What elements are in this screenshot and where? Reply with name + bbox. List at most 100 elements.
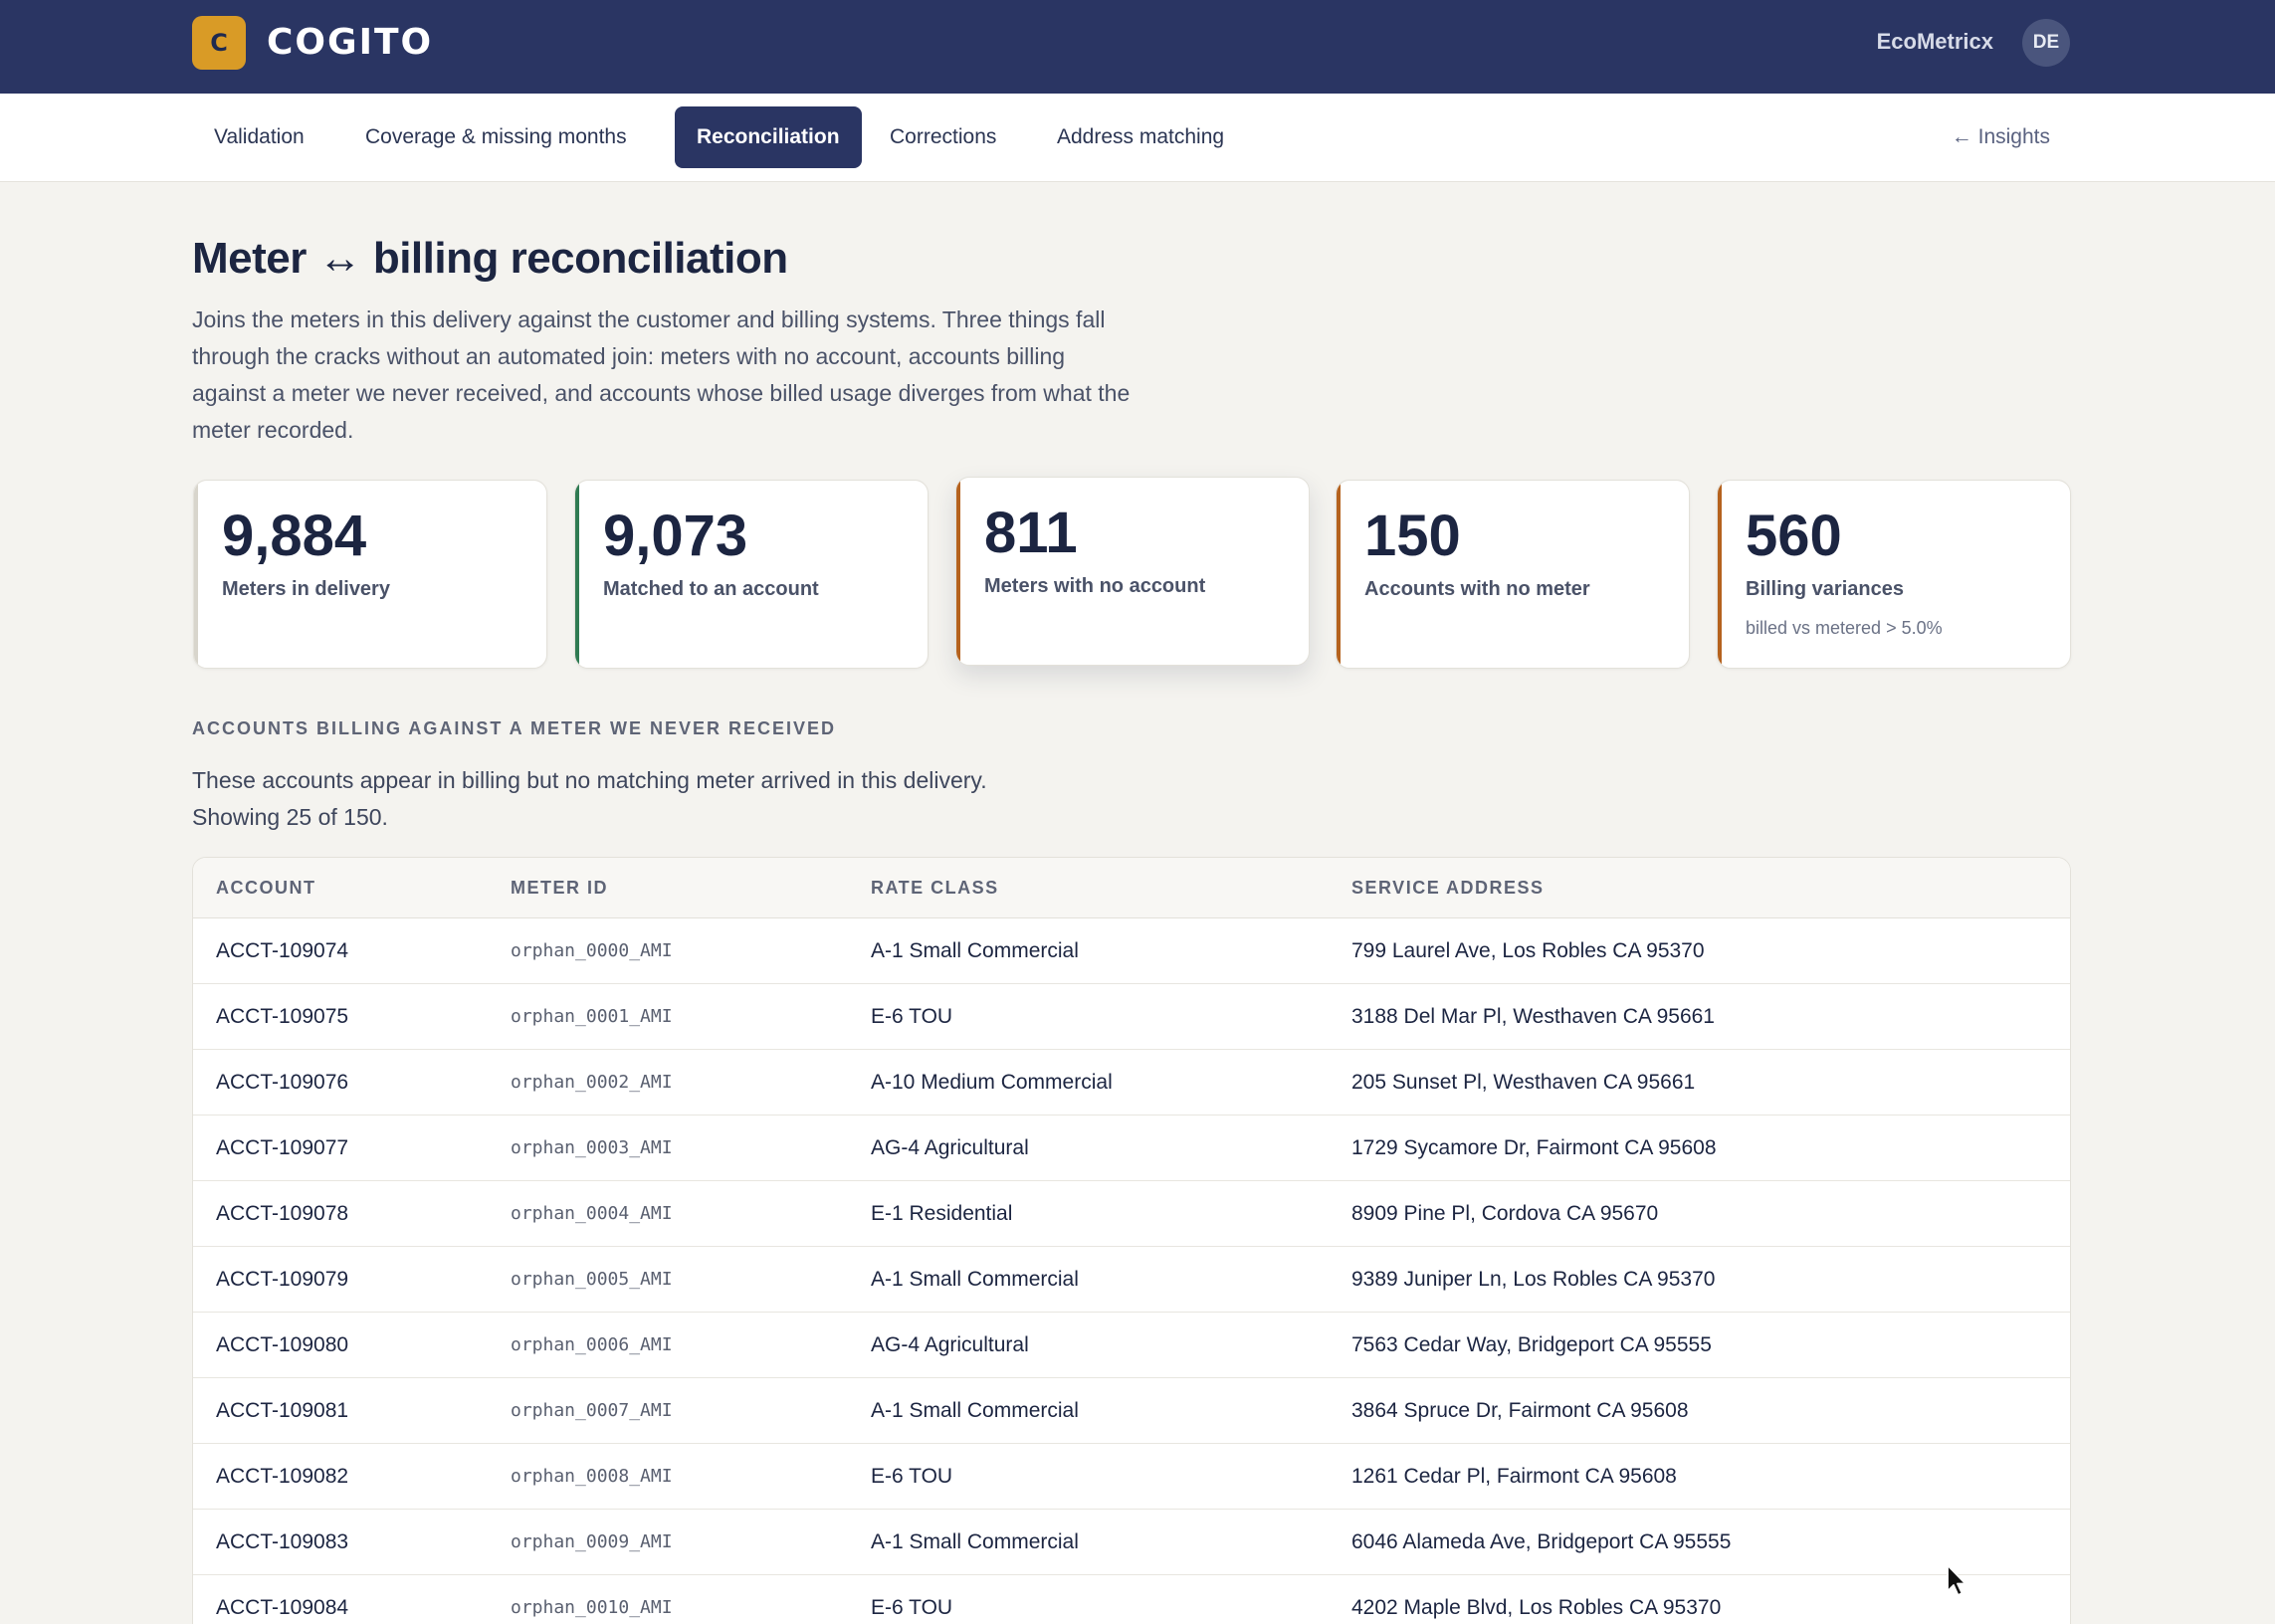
stat-value: 150 <box>1364 504 1461 568</box>
stat-value: 811 <box>984 501 1078 565</box>
section-description-text: These accounts appear in billing but no … <box>192 767 987 793</box>
stat-value: 9,884 <box>222 504 367 568</box>
column-header-account[interactable]: ACCOUNT <box>216 858 316 918</box>
cell-meter-id: orphan_0008_AMI <box>511 1466 673 1487</box>
table-row[interactable]: ACCT-109084 orphan_0010_AMI E-6 TOU 4202 Ma… <box>193 1575 2070 1624</box>
card-accent <box>194 481 198 668</box>
cell-service-address: 1729 Sycamore Dr, Fairmont CA 95608 <box>1351 1136 1717 1159</box>
cell-rate-class: A-1 Small Commercial <box>871 1399 1079 1422</box>
cell-account: ACCT-109079 <box>216 1268 349 1291</box>
card-accent <box>575 481 579 668</box>
cell-service-address: 3188 Del Mar Pl, Westhaven CA 95661 <box>1351 1005 1715 1028</box>
table-row[interactable]: ACCT-109078 orphan_0004_AMI E-1 Residentia… <box>193 1181 2070 1247</box>
tab-coverage[interactable]: Coverage & missing months <box>343 106 649 168</box>
cell-account: ACCT-109080 <box>216 1333 349 1356</box>
cell-service-address: 3864 Spruce Dr, Fairmont CA 95608 <box>1351 1399 1689 1422</box>
stat-card-matched[interactable]: 9,073 Matched to an account <box>574 480 929 669</box>
cell-account: ACCT-109081 <box>216 1399 349 1422</box>
logo-icon[interactable]: C <box>192 16 246 70</box>
top-bar: C COGITO EcoMetricx DE <box>0 0 2275 94</box>
cell-rate-class: AG-4 Agricultural <box>871 1333 1029 1356</box>
cell-meter-id: orphan_0004_AMI <box>511 1203 673 1224</box>
table-row[interactable]: ACCT-109079 orphan_0005_AMI A-1 Small Comm… <box>193 1247 2070 1313</box>
stat-card-meters-no-account[interactable]: 811 Meters with no account <box>955 477 1310 666</box>
cell-account: ACCT-109082 <box>216 1465 349 1488</box>
table-row[interactable]: ACCT-109081 orphan_0007_AMI A-1 Small Comm… <box>193 1378 2070 1444</box>
tab-address-matching[interactable]: Address matching <box>1035 106 1246 168</box>
section-description: These accounts appear in billing but no … <box>192 762 1088 836</box>
cell-service-address: 8909 Pine Pl, Cordova CA 95670 <box>1351 1202 1659 1225</box>
page-title: Meter ↔ billing reconciliation <box>192 234 788 283</box>
cell-service-address: 799 Laurel Ave, Los Robles CA 95370 <box>1351 939 1705 962</box>
org-name[interactable]: EcoMetricx <box>1877 26 1993 58</box>
cell-meter-id: orphan_0002_AMI <box>511 1072 673 1093</box>
card-accent <box>1718 481 1722 668</box>
cell-service-address: 7563 Cedar Way, Bridgeport CA 95555 <box>1351 1333 1712 1356</box>
cell-service-address: 205 Sunset Pl, Westhaven CA 95661 <box>1351 1071 1696 1094</box>
table-body: ACCT-109074 orphan_0000_AMI A-1 Small Comm… <box>193 918 2070 1624</box>
cell-account: ACCT-109074 <box>216 939 349 962</box>
cell-meter-id: orphan_0009_AMI <box>511 1531 673 1552</box>
cell-meter-id: orphan_0006_AMI <box>511 1334 673 1355</box>
logo-letter: C <box>210 29 228 57</box>
stat-sublabel: billed vs metered > 5.0% <box>1746 618 1943 638</box>
cell-rate-class: A-1 Small Commercial <box>871 939 1079 962</box>
stat-value: 9,073 <box>603 504 748 568</box>
stat-card-billing-variances[interactable]: 560 Billing variances billed vs metered … <box>1717 480 2071 669</box>
table-row[interactable]: ACCT-109082 orphan_0008_AMI E-6 TOU 1261 Ce… <box>193 1444 2070 1510</box>
cell-rate-class: E-6 TOU <box>871 1465 953 1488</box>
avatar[interactable]: DE <box>2022 19 2070 67</box>
stat-value: 560 <box>1746 504 1842 568</box>
cell-account: ACCT-109084 <box>216 1596 349 1619</box>
orphan-accounts-table: ACCOUNT METER ID RATE CLASS SERVICE ADDR… <box>192 857 2071 1624</box>
cell-rate-class: E-6 TOU <box>871 1005 953 1028</box>
cell-meter-id: orphan_0010_AMI <box>511 1597 673 1618</box>
table-header: ACCOUNT METER ID RATE CLASS SERVICE ADDR… <box>193 858 2070 918</box>
tab-reconciliation[interactable]: Reconciliation <box>675 106 862 168</box>
tab-corrections[interactable]: Corrections <box>868 106 1018 168</box>
cell-rate-class: A-1 Small Commercial <box>871 1530 1079 1553</box>
tab-validation[interactable]: Validation <box>192 106 326 168</box>
stat-label: Accounts with no meter <box>1364 578 1590 600</box>
cell-meter-id: orphan_0003_AMI <box>511 1137 673 1158</box>
cell-meter-id: orphan_0001_AMI <box>511 1006 673 1027</box>
showing-count: Showing 25 of 150. <box>192 804 388 830</box>
stat-card-meters-in-delivery[interactable]: 9,884 Meters in delivery <box>193 480 547 669</box>
column-header-rate-class[interactable]: RATE CLASS <box>871 858 999 918</box>
cell-meter-id: orphan_0005_AMI <box>511 1269 673 1290</box>
cell-rate-class: E-1 Residential <box>871 1202 1013 1225</box>
cell-service-address: 6046 Alameda Ave, Bridgeport CA 95555 <box>1351 1530 1732 1553</box>
cell-account: ACCT-109076 <box>216 1071 349 1094</box>
cell-rate-class: E-6 TOU <box>871 1596 953 1619</box>
brand-name[interactable]: COGITO <box>267 20 433 66</box>
cell-service-address: 4202 Maple Blvd, Los Robles CA 95370 <box>1351 1596 1722 1619</box>
section-title: ACCOUNTS BILLING AGAINST A METER WE NEVE… <box>192 718 837 738</box>
cell-rate-class: A-1 Small Commercial <box>871 1268 1079 1291</box>
column-header-meter-id[interactable]: METER ID <box>511 858 608 918</box>
page-description: Joins the meters in this delivery agains… <box>192 306 1131 443</box>
back-to-insights-link[interactable]: ← Insights <box>1952 106 2050 168</box>
cell-service-address: 1261 Cedar Pl, Fairmont CA 95608 <box>1351 1465 1677 1488</box>
table-row[interactable]: ACCT-109076 orphan_0002_AMI A-10 Medium Co… <box>193 1050 2070 1116</box>
column-header-service-address[interactable]: SERVICE ADDRESS <box>1351 858 1545 918</box>
cell-account: ACCT-109083 <box>216 1530 349 1553</box>
cell-meter-id: orphan_0000_AMI <box>511 940 673 961</box>
cell-account: ACCT-109078 <box>216 1202 349 1225</box>
cell-rate-class: A-10 Medium Commercial <box>871 1071 1113 1094</box>
card-accent <box>956 478 960 665</box>
cell-meter-id: orphan_0007_AMI <box>511 1400 673 1421</box>
table-row[interactable]: ACCT-109075 orphan_0001_AMI E-6 TOU 3188 De… <box>193 984 2070 1050</box>
stat-label: Billing variances <box>1746 578 1904 600</box>
stat-label: Matched to an account <box>603 578 819 600</box>
table-row[interactable]: ACCT-109080 orphan_0006_AMI AG-4 Agricultu… <box>193 1313 2070 1378</box>
sub-navigation: Validation Coverage & missing months Rec… <box>0 94 2275 182</box>
cell-account: ACCT-109077 <box>216 1136 349 1159</box>
stat-card-accounts-no-meter[interactable]: 150 Accounts with no meter <box>1336 480 1690 669</box>
table-row[interactable]: ACCT-109077 orphan_0003_AMI AG-4 Agricultu… <box>193 1116 2070 1181</box>
table-row[interactable]: ACCT-109074 orphan_0000_AMI A-1 Small Comm… <box>193 918 2070 984</box>
cell-rate-class: AG-4 Agricultural <box>871 1136 1029 1159</box>
cell-account: ACCT-109075 <box>216 1005 349 1028</box>
table-row[interactable]: ACCT-109083 orphan_0009_AMI A-1 Small Comm… <box>193 1510 2070 1575</box>
mouse-cursor-icon <box>1947 1564 1966 1596</box>
cell-service-address: 9389 Juniper Ln, Los Robles CA 95370 <box>1351 1268 1716 1291</box>
